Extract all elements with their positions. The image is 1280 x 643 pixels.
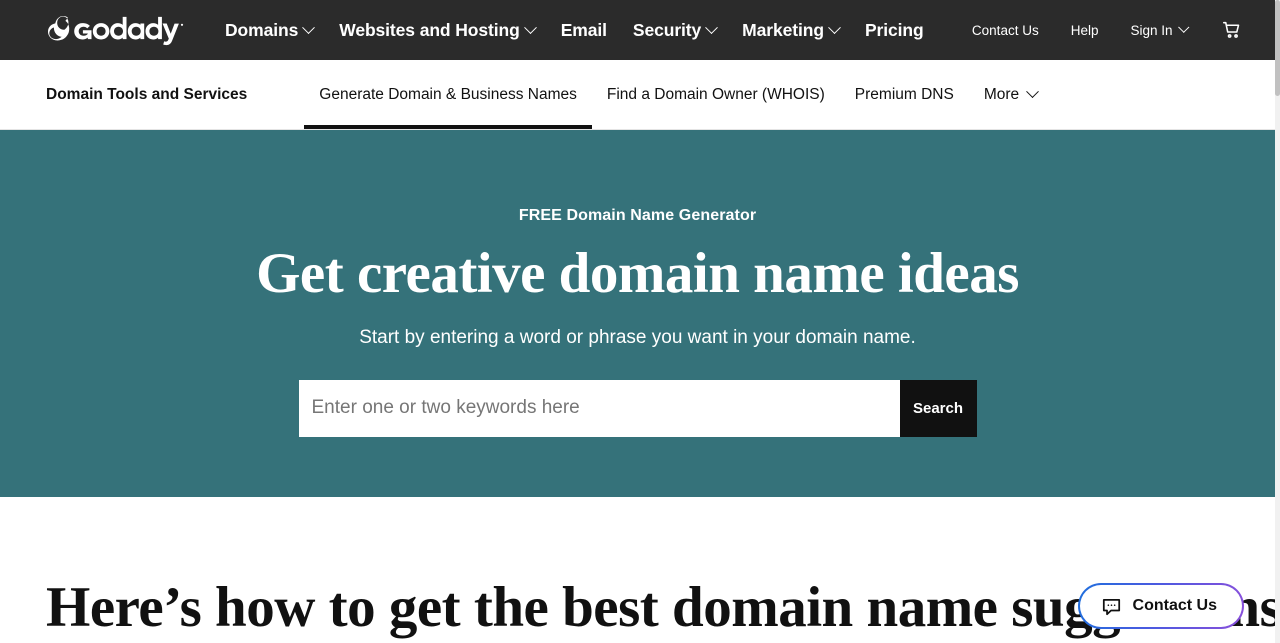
godaddy-logo[interactable]: [46, 13, 184, 47]
nav-item-websites-and-hosting[interactable]: Websites and Hosting: [326, 20, 547, 41]
chevron-down-icon: [1026, 85, 1040, 99]
page-viewport: Domains Websites and Hosting Email Secur…: [0, 0, 1275, 643]
utility-item-label: Sign In: [1130, 22, 1173, 38]
subnav-item-premium-dns[interactable]: Premium DNS: [840, 60, 969, 129]
subnav-item-generate-domain-business-names[interactable]: Generate Domain & Business Names: [304, 60, 592, 129]
hero-eyebrow: FREE Domain Name Generator: [518, 207, 757, 224]
nav-item-marketing[interactable]: Marketing: [729, 20, 852, 41]
primary-navigation: Domains Websites and Hosting Email Secur…: [212, 20, 937, 41]
nav-item-domains[interactable]: Domains: [212, 20, 326, 41]
utility-navigation: Contact Us Help Sign In: [956, 0, 1257, 60]
chevron-down-icon: [523, 20, 537, 34]
subnav-item-label: More: [983, 85, 1020, 103]
nav-item-pricing[interactable]: Pricing: [852, 20, 937, 41]
nav-item-label: Security: [632, 19, 702, 40]
chevron-down-icon: [705, 20, 719, 34]
contact-us-widget[interactable]: Contact Us: [1077, 583, 1244, 629]
subnav-items: Generate Domain & Business Names Find a …: [304, 60, 1052, 129]
hero-subtitle: Start by entering a word or phrase you w…: [359, 326, 916, 348]
hero-section: FREE Domain Name Generator Get creative …: [0, 130, 1275, 497]
utility-item-label: Help: [1070, 22, 1099, 38]
subnav-item-more[interactable]: More: [969, 60, 1052, 129]
subnav-item-label: Find a Domain Owner (WHOIS): [606, 85, 825, 103]
nav-item-label: Email: [560, 19, 607, 40]
global-header: Domains Websites and Hosting Email Secur…: [0, 0, 1275, 60]
utility-item-contact-us[interactable]: Contact Us: [956, 23, 1055, 38]
hero-title: Get creative domain name ideas: [256, 242, 1019, 305]
page-scrollbar-thumb[interactable]: [1275, 0, 1280, 96]
nav-item-security[interactable]: Security: [620, 20, 729, 41]
domain-search-bar: Search: [298, 379, 977, 437]
chevron-down-icon: [1177, 21, 1189, 33]
search-input[interactable]: [298, 379, 900, 437]
contact-us-widget-inner: Contact Us: [1079, 585, 1242, 627]
nav-item-label: Domains: [225, 19, 299, 40]
utility-item-label: Contact Us: [971, 22, 1039, 38]
nav-item-label: Pricing: [864, 19, 924, 40]
secondary-navigation: Domain Tools and Services Generate Domai…: [0, 60, 1275, 130]
subnav-item-label: Generate Domain & Business Names: [319, 85, 577, 103]
utility-item-help[interactable]: Help: [1055, 23, 1115, 38]
subnav-title: Domain Tools and Services: [46, 85, 248, 103]
shopping-cart-icon: [1222, 21, 1240, 38]
subnav-item-label: Premium DNS: [854, 85, 954, 103]
chevron-down-icon: [302, 20, 316, 34]
utility-item-sign-in[interactable]: Sign In: [1114, 21, 1203, 38]
page-scrollbar-track[interactable]: [1275, 0, 1280, 643]
subnav-item-find-a-domain-owner-whois[interactable]: Find a Domain Owner (WHOIS): [592, 60, 840, 129]
nav-item-label: Websites and Hosting: [339, 19, 520, 40]
contact-us-label: Contact Us: [1132, 597, 1217, 614]
search-button[interactable]: Search: [899, 379, 977, 437]
chat-bubble-icon: [1102, 598, 1120, 615]
cart-button[interactable]: [1203, 19, 1257, 41]
nav-item-label: Marketing: [742, 19, 824, 40]
nav-item-email[interactable]: Email: [548, 20, 620, 41]
chevron-down-icon: [828, 20, 841, 34]
